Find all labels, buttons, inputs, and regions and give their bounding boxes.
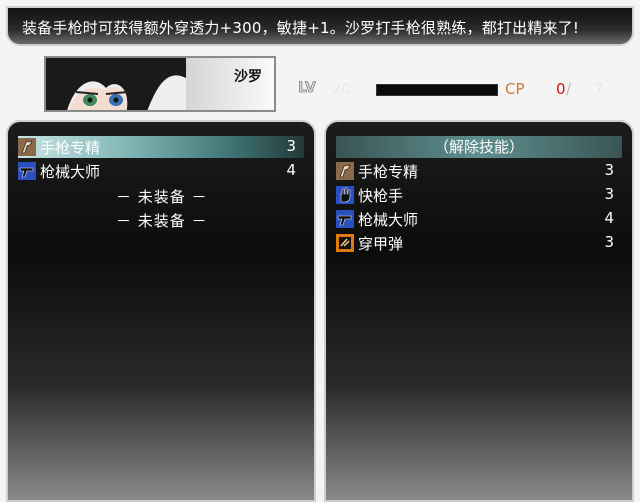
equipped-skills-panel: 手枪专精 3 枪械大师 4 － 未装备 － － 未装备 － <box>6 120 316 502</box>
empty-skill-slot[interactable]: － 未装备 － <box>116 186 208 207</box>
quickdraw-hand-icon <box>336 186 354 204</box>
level-value: 20 <box>332 80 352 98</box>
equipped-skill-level: 3 <box>286 137 296 155</box>
pistol-mastery-icon <box>336 162 354 180</box>
equipped-skill-label: 枪械大师 <box>40 163 101 181</box>
available-skill-row[interactable]: 穿甲弹 3 <box>336 232 622 254</box>
available-skill-level: 3 <box>604 185 614 203</box>
equipped-skill-row[interactable]: 枪械大师 4 <box>18 160 304 182</box>
cp-bar <box>376 84 498 96</box>
available-skill-level: 4 <box>604 209 614 227</box>
available-skill-label: 手枪专精 <box>358 163 419 181</box>
gun-master-icon <box>18 162 36 180</box>
available-skill-row[interactable]: 手枪专精 3 <box>336 160 622 182</box>
character-name: 沙罗 <box>234 69 262 85</box>
character-face-icon <box>46 58 186 110</box>
level-label: LV <box>298 80 316 95</box>
available-skill-row[interactable]: 枪械大师 4 <box>336 208 622 230</box>
pistol-mastery-icon <box>18 138 36 156</box>
armor-piercing-icon <box>336 234 354 252</box>
character-portrait: 沙罗 <box>44 56 276 112</box>
skill-description-text: 装备手枪时可获得额外穿透力+300，敏捷+1。沙罗打手枪很熟练，都打出精来了! <box>22 19 580 37</box>
equipped-skill-row[interactable]: 手枪专精 3 <box>18 136 304 158</box>
available-skill-level: 3 <box>604 233 614 251</box>
cp-separator: / <box>566 80 572 98</box>
available-skill-label: 穿甲弹 <box>358 235 404 253</box>
available-skills-panel: （解除技能） 手枪专精 3 快枪手 3 枪械大师 4 穿甲弹 3 <box>324 120 634 502</box>
remove-skill-button[interactable]: （解除技能） <box>336 136 622 158</box>
cp-current: 0 <box>556 80 566 98</box>
skill-description-panel: 装备手枪时可获得额外穿透力+300，敏捷+1。沙罗打手枪很熟练，都打出精来了! <box>6 6 634 46</box>
level-badge-icon: LV <box>298 80 316 95</box>
cp-label: CP <box>505 80 525 98</box>
equipped-skill-level: 4 <box>286 161 296 179</box>
gun-master-icon <box>336 210 354 228</box>
equipped-skill-label: 手枪专精 <box>40 139 101 157</box>
cp-max: 7 <box>594 80 604 98</box>
available-skill-row[interactable]: 快枪手 3 <box>336 184 622 206</box>
empty-skill-slot[interactable]: － 未装备 － <box>116 210 208 231</box>
available-skill-level: 3 <box>604 161 614 179</box>
available-skill-label: 枪械大师 <box>358 211 419 229</box>
available-skill-label: 快枪手 <box>358 187 404 205</box>
